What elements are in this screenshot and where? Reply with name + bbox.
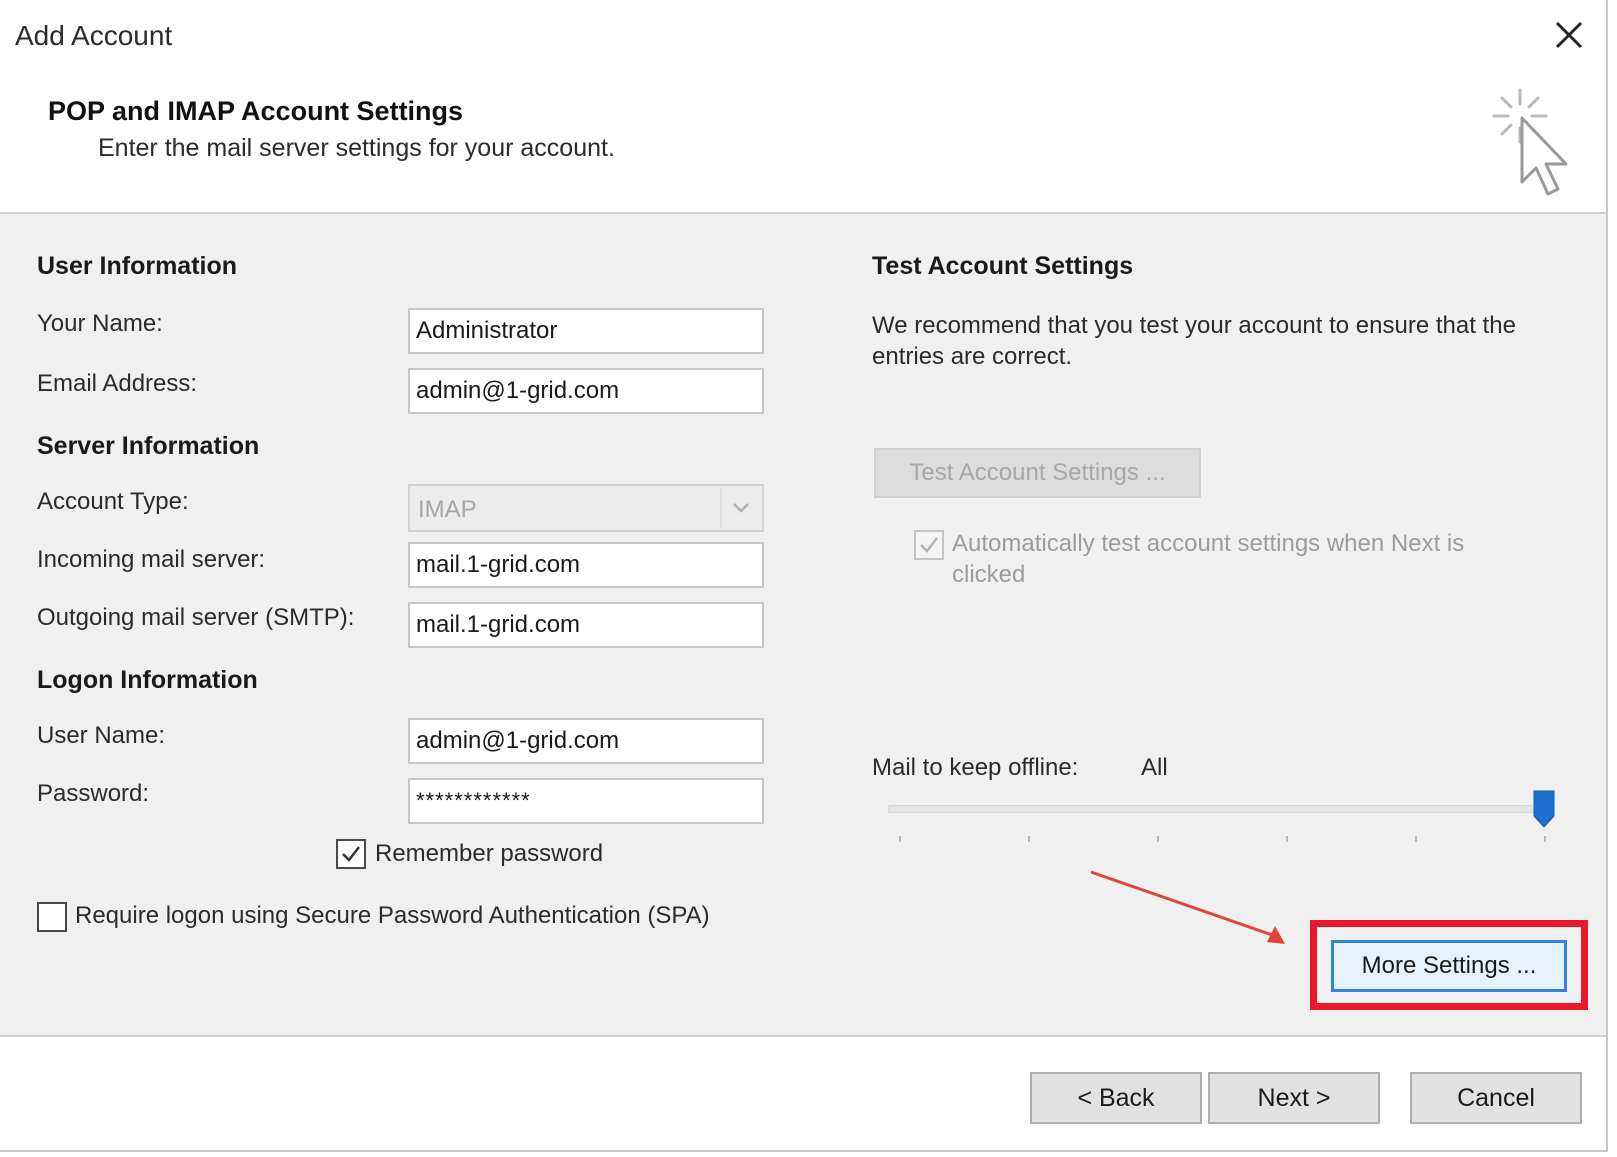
slider-tick — [1286, 836, 1288, 842]
spa-label: Require logon using Secure Password Auth… — [75, 902, 710, 929]
test-settings-description: We recommend that you test your account … — [872, 312, 1516, 370]
offline-label: Mail to keep offline: — [872, 754, 1079, 781]
auto-test-label: Automatically test account settings when… — [952, 530, 1465, 588]
user-name-label: User Name: — [37, 722, 166, 749]
account-type-select[interactable]: IMAP — [408, 484, 764, 532]
user-info-heading: User Information — [37, 252, 238, 280]
server-info-heading: Server Information — [37, 432, 260, 460]
your-name-input[interactable] — [408, 308, 764, 354]
cancel-button[interactable]: Cancel — [1410, 1072, 1582, 1124]
password-label: Password: — [37, 780, 150, 807]
remember-password-checkbox[interactable] — [336, 839, 366, 869]
user-name-input[interactable] — [408, 718, 764, 764]
email-address-input[interactable] — [408, 368, 764, 414]
offline-slider-thumb[interactable] — [1533, 790, 1555, 828]
logon-info-heading: Logon Information — [37, 666, 258, 694]
your-name-label: Your Name: — [37, 310, 163, 337]
incoming-server-label: Incoming mail server: — [37, 546, 266, 573]
slider-tick — [1028, 836, 1030, 842]
offline-value: All — [1141, 754, 1168, 781]
outgoing-server-label: Outgoing mail server (SMTP): — [37, 604, 355, 631]
slider-tick — [899, 836, 901, 842]
offline-slider-track[interactable] — [888, 805, 1548, 813]
next-button[interactable]: Next > — [1208, 1072, 1380, 1124]
account-type-label: Account Type: — [37, 488, 189, 515]
incoming-server-input[interactable] — [408, 542, 764, 588]
close-icon — [1555, 21, 1583, 49]
title-bar: Add Account — [0, 0, 1606, 72]
checkmark-icon — [342, 846, 360, 862]
slider-tick — [1544, 836, 1546, 842]
back-button[interactable]: < Back — [1030, 1072, 1202, 1124]
wizard-cursor-icon — [1492, 88, 1568, 196]
slider-tick — [1157, 836, 1159, 842]
close-button[interactable] — [1544, 12, 1594, 58]
more-settings-button[interactable]: More Settings ... — [1331, 940, 1567, 992]
window-title: Add Account — [15, 20, 173, 51]
auto-test-checkbox[interactable] — [914, 530, 944, 560]
chevron-down-icon — [720, 488, 760, 528]
test-settings-heading: Test Account Settings — [872, 252, 1134, 280]
page-title: POP and IMAP Account Settings — [48, 96, 464, 126]
remember-password-label: Remember password — [375, 840, 604, 867]
page-subtitle: Enter the mail server settings for your … — [98, 134, 615, 162]
test-account-settings-button[interactable]: Test Account Settings ... — [874, 448, 1201, 498]
outgoing-server-input[interactable] — [408, 602, 764, 648]
checkmark-icon — [920, 537, 938, 553]
spa-checkbox[interactable] — [37, 902, 67, 932]
email-address-label: Email Address: — [37, 370, 198, 397]
account-type-value: IMAP — [418, 496, 477, 523]
annotation-arrow-icon — [1090, 870, 1285, 944]
password-input[interactable]: ************ — [408, 778, 764, 824]
slider-tick — [1415, 836, 1417, 842]
dialog-header: POP and IMAP Account Settings Enter the … — [0, 72, 1606, 212]
add-account-dialog: Add Account POP and IMAP Account Setting… — [0, 0, 1608, 1152]
